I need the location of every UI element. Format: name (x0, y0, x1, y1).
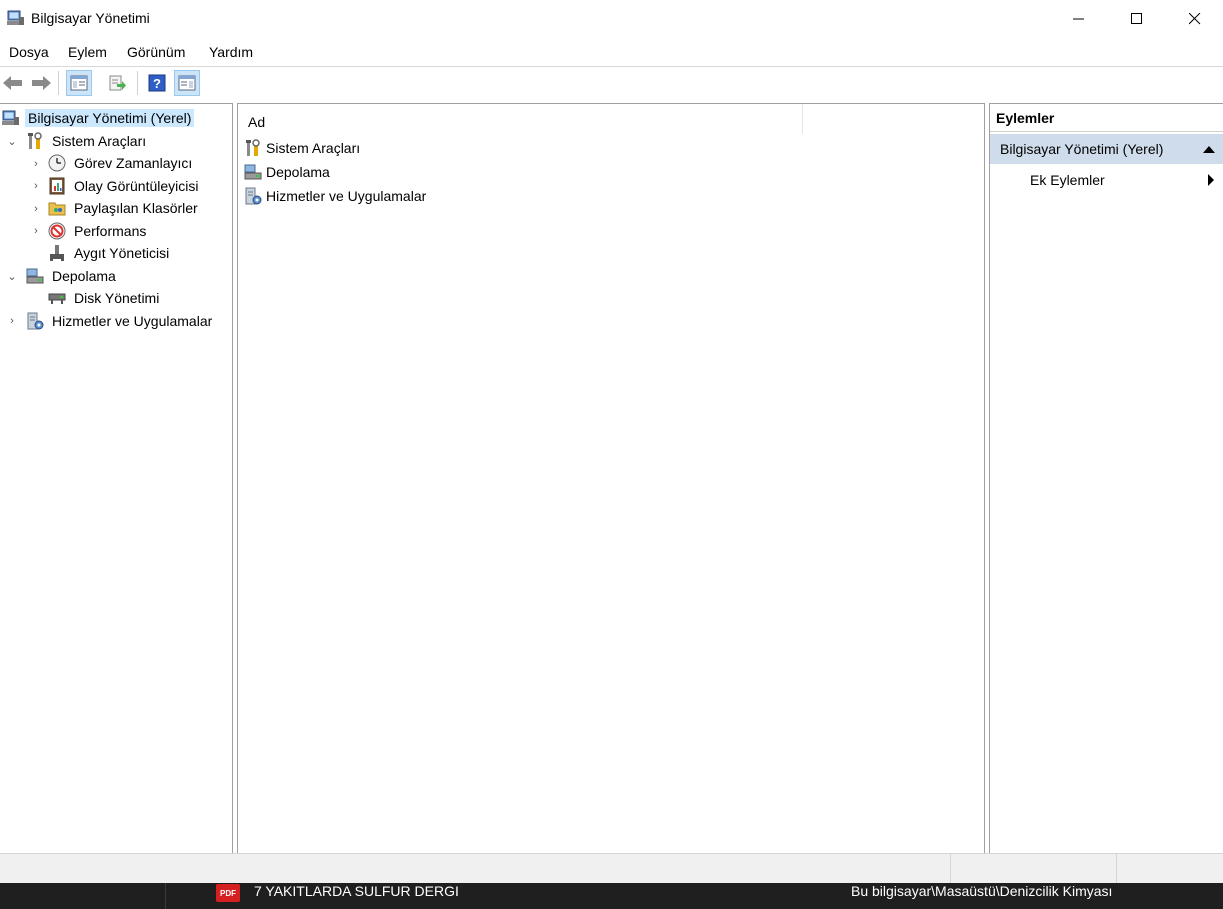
tree-item-label: Disk Yönetimi (74, 290, 160, 306)
forward-button[interactable] (28, 70, 54, 96)
menu-gorunum[interactable]: Görünüm (127, 44, 185, 60)
toolbar-separator (137, 71, 138, 95)
export-icon (109, 75, 126, 91)
list-item-label: Hizmetler ve Uygulamalar (266, 188, 427, 204)
actions-pane: Eylemler Bilgisayar Yönetimi (Yerel) Ek … (989, 103, 1223, 854)
taskbar-path-label: Bu bilgisayar\Masaüstü\Denizcilik Kimyas… (851, 883, 1113, 899)
help-button[interactable]: ? (144, 70, 170, 96)
actions-item-ek-eylemler[interactable]: Ek Eylemler (990, 166, 1223, 194)
expand-chevron-icon[interactable]: › (31, 180, 41, 192)
toolbar: ? (0, 66, 1223, 98)
actions-header: Eylemler (990, 104, 1223, 132)
services-icon (245, 187, 262, 205)
tree-root-label: Bilgisayar Yönetimi (Yerel) (25, 109, 195, 127)
shared-folder-icon (48, 202, 66, 216)
show-hide-action-pane-button[interactable] (174, 70, 200, 96)
tree-item-label: Hizmetler ve Uygulamalar (52, 313, 213, 329)
tree-item-label: Depolama (52, 268, 116, 284)
forward-arrow-icon (32, 76, 51, 90)
taskbar: PDF 7 YAKITLARDA SULFUR DERGI Bu bilgisa… (0, 883, 1223, 909)
computer-management-icon (2, 110, 19, 125)
list-item-label: Depolama (266, 164, 330, 180)
collapse-chevron-icon[interactable]: ⌄ (7, 271, 17, 283)
collapse-chevron-icon[interactable]: ⌄ (7, 136, 17, 148)
taskbar-file-label[interactable]: 7 YAKITLARDA SULFUR DERGI (254, 883, 459, 899)
back-button[interactable] (0, 70, 26, 96)
expand-chevron-icon[interactable]: › (7, 315, 17, 327)
actions-item-label: Ek Eylemler (1030, 172, 1105, 188)
expand-chevron-icon[interactable]: › (31, 225, 41, 237)
pdf-file-icon: PDF (216, 884, 240, 902)
list-item-hizmetler-ve-uygulamalar[interactable]: Hizmetler ve Uygulamalar (244, 185, 426, 207)
taskbar-divider (165, 883, 166, 909)
disk-icon (48, 293, 66, 304)
toolbar-separator (58, 71, 59, 95)
tree-item-paylasilan-klasorler[interactable]: Paylaşılan Klasörler (48, 197, 201, 219)
action-pane-icon (178, 75, 196, 91)
event-viewer-icon (49, 177, 65, 195)
result-pane: Ad Sistem Araçları Depolama Hizmetler ve… (237, 103, 985, 854)
tree-item-label: Görev Zamanlayıcı (74, 155, 193, 171)
clock-icon (48, 154, 66, 172)
services-icon (27, 312, 44, 330)
minimize-button[interactable] (1050, 0, 1108, 38)
maximize-button[interactable] (1108, 0, 1166, 38)
tools-icon (246, 139, 260, 156)
list-item-sistem-araclari[interactable]: Sistem Araçları (244, 137, 360, 159)
tree-item-label: Aygıt Yöneticisi (74, 245, 170, 261)
tools-icon (28, 132, 42, 149)
actions-group-bilgisayar-yonetimi[interactable]: Bilgisayar Yönetimi (Yerel) (990, 134, 1223, 164)
expand-chevron-icon[interactable]: › (31, 203, 41, 215)
collapse-up-icon[interactable] (1203, 145, 1215, 153)
title-bar: Bilgisayar Yönetimi (0, 0, 1223, 38)
status-bar (0, 853, 1223, 884)
help-icon: ? (148, 74, 166, 92)
show-hide-tree-button[interactable] (66, 70, 92, 96)
computer-management-icon (7, 9, 25, 27)
storage-icon (26, 268, 44, 284)
console-tree-icon (70, 75, 88, 91)
svg-text:?: ? (153, 76, 161, 91)
back-arrow-icon (3, 76, 22, 90)
pdf-badge-label: PDF (220, 888, 236, 898)
submenu-arrow-icon (1208, 174, 1214, 186)
device-manager-icon (50, 245, 64, 261)
column-header-ad[interactable]: Ad (238, 104, 803, 134)
console-tree-pane: Bilgisayar Yönetimi (Yerel) ⌄ Sistem Ara… (0, 103, 233, 854)
menu-dosya[interactable]: Dosya (9, 44, 49, 60)
performance-icon (48, 222, 66, 240)
tree-item-hizmetler-ve-uygulamalar[interactable]: Hizmetler ve Uygulamalar (26, 310, 215, 332)
tree-item-performans[interactable]: Performans (48, 220, 149, 242)
list-item-label: Sistem Araçları (266, 140, 361, 156)
status-divider (950, 854, 951, 884)
status-divider (1116, 854, 1117, 884)
window-title: Bilgisayar Yönetimi (31, 10, 150, 26)
storage-icon (244, 164, 262, 180)
menu-eylem[interactable]: Eylem (68, 44, 107, 60)
close-button[interactable] (1166, 0, 1223, 38)
tree-item-label: Olay Görüntüleyicisi (74, 178, 199, 194)
tree-root[interactable]: Bilgisayar Yönetimi (Yerel) (2, 107, 195, 129)
tree-item-disk-yonetimi[interactable]: Disk Yönetimi (48, 287, 162, 309)
tree-item-gorev-zamanlayici[interactable]: Görev Zamanlayıcı (48, 152, 195, 174)
column-header-label: Ad (248, 114, 266, 130)
tree-item-sistem-araclari[interactable]: Sistem Araçları (26, 130, 149, 152)
tree-item-label: Performans (74, 223, 147, 239)
list-item-depolama[interactable]: Depolama (244, 161, 330, 183)
menu-bar: Dosya Eylem Görünüm Yardım (0, 40, 1223, 66)
tree-item-label: Sistem Araçları (52, 133, 147, 149)
tree-item-label: Paylaşılan Klasörler (74, 200, 198, 216)
export-list-button[interactable] (105, 70, 131, 96)
actions-group-label: Bilgisayar Yönetimi (Yerel) (1000, 141, 1164, 157)
tree-item-depolama[interactable]: Depolama (26, 265, 119, 287)
tree-item-aygit-yoneticisi[interactable]: Aygıt Yöneticisi (48, 242, 172, 264)
expand-chevron-icon[interactable]: › (31, 158, 41, 170)
tree-item-olay-goruntuleyicisi[interactable]: Olay Görüntüleyicisi (48, 175, 202, 197)
menu-yardim[interactable]: Yardım (209, 44, 253, 60)
